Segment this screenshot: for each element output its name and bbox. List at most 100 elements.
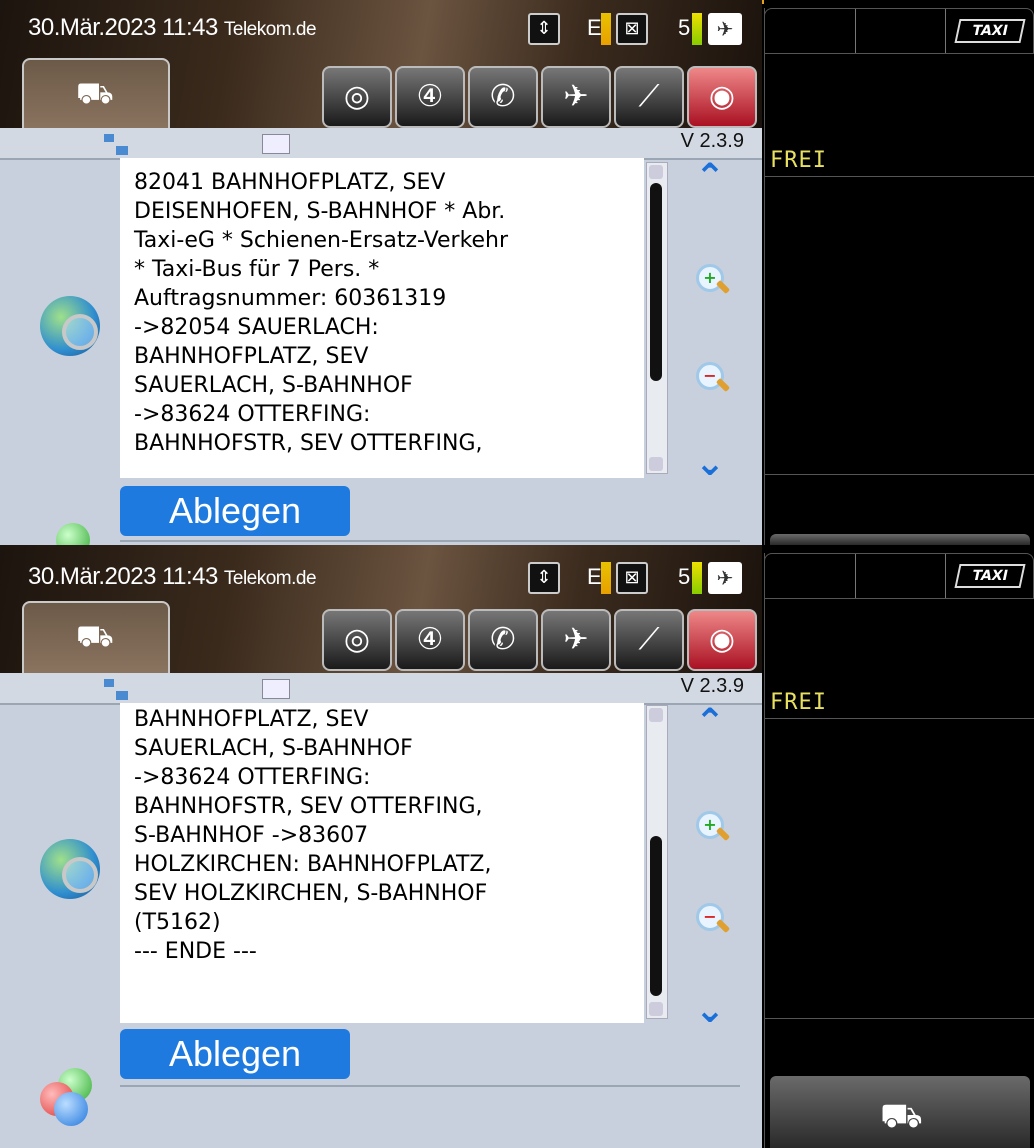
tab-taxi[interactable]: ⛟	[22, 58, 170, 132]
compass-icon: ⇕	[528, 13, 560, 45]
status-frei: FREI	[770, 148, 827, 173]
satellite-icon: ✈	[563, 622, 589, 657]
screen-top: 30.Mär.2023 11:43 Telekom.de ⇕ E ⊠ 5 ✈ ⛟ …	[0, 0, 1034, 545]
version-label: V 2.3.9	[680, 130, 744, 152]
phone-icon: ✆	[490, 79, 516, 114]
apps-icon[interactable]	[38, 1068, 102, 1128]
globe-search-icon[interactable]	[40, 839, 100, 899]
settings-button[interactable]: ⟋	[614, 66, 684, 128]
zoom-in-button[interactable]: +	[694, 809, 734, 849]
carrier: Telekom.de	[223, 568, 317, 589]
taxi-sign-icon: TAXI	[954, 564, 1026, 588]
network-type: E	[587, 564, 602, 589]
screen-bottom: 30.Mär.2023 11:43 Telekom.de ⇕ E ⊠ 5 ✈ ⛟ …	[0, 545, 1034, 1148]
divider	[120, 1085, 740, 1087]
zoom-out-button[interactable]: −	[694, 901, 734, 941]
datetime: 30.Mär.2023 11:43	[28, 14, 218, 41]
page-up-button[interactable]: ⌃	[690, 703, 730, 743]
driver-icon: ◉	[708, 622, 736, 657]
clock-icon: ◎	[343, 622, 371, 657]
compass-icon: ⇕	[528, 562, 560, 594]
page-down-button[interactable]: ⌄	[690, 444, 730, 484]
driver-icon: ◉	[708, 79, 736, 114]
ablegen-button[interactable]: Ablegen	[120, 486, 350, 536]
zoom-out-button[interactable]: −	[694, 360, 734, 400]
message-box: BAHNHOFPLATZ, SEV SAUERLACH, S-BAHNHOF -…	[120, 703, 644, 1023]
globe-search-icon[interactable]	[40, 296, 100, 356]
header-bar: 30.Mär.2023 11:43 Telekom.de ⇕ E ⊠ 5 ✈ ⛟ …	[0, 0, 762, 132]
message-scrollbar[interactable]	[646, 162, 668, 474]
satellite-button[interactable]: ✈	[541, 66, 611, 128]
clock-icon: ◎	[343, 79, 371, 114]
signal-bars-icon	[601, 13, 611, 45]
radio-icon: ④	[416, 79, 444, 114]
version-label: V 2.3.9	[680, 675, 744, 697]
taximeter-pane: TAXI FREI ⛟	[764, 545, 1034, 1148]
settings-button[interactable]: ⟋	[614, 609, 684, 671]
status-frei: FREI	[770, 690, 827, 715]
pane-border	[764, 8, 765, 545]
message-icon	[262, 679, 290, 699]
scroll-down-arrow-icon[interactable]	[649, 457, 663, 471]
pane-border	[764, 553, 765, 1148]
radio-button[interactable]: ④	[395, 609, 465, 671]
screwdriver-icon: ⟋	[638, 79, 660, 114]
taxi-action-button[interactable]: ⛟	[770, 1076, 1030, 1148]
satellite-button[interactable]: ✈	[541, 609, 611, 671]
gps-icon: ✈	[708, 13, 742, 45]
taxi-action-button[interactable]	[770, 534, 1030, 545]
page-down-button[interactable]: ⌄	[690, 991, 730, 1031]
radio-button[interactable]: ④	[395, 66, 465, 128]
page-up-button[interactable]: ⌃	[690, 158, 730, 198]
taxi-car-icon: ⛟	[76, 619, 114, 654]
driver-button[interactable]: ◉	[687, 66, 757, 128]
gps-bars-icon	[692, 562, 702, 594]
left-pane: 30.Mär.2023 11:43 Telekom.de ⇕ E ⊠ 5 ✈ ⛟ …	[0, 545, 762, 1148]
driver-button[interactable]: ◉	[687, 609, 757, 671]
status-bar: 30.Mär.2023 11:43 Telekom.de	[28, 14, 317, 42]
scroll-down-arrow-icon[interactable]	[649, 1002, 663, 1016]
gps-bars-icon	[692, 13, 702, 45]
message-text: BAHNHOFPLATZ, SEV SAUERLACH, S-BAHNHOF -…	[134, 707, 492, 964]
info-bar: V 2.3.9	[0, 673, 762, 705]
antenna-icon: ⊠	[616, 562, 648, 594]
message-box: 82041 BAHNHOFPLATZ, SEV DEISENHOFEN, S-B…	[120, 158, 644, 478]
taxi-car-icon: ⛟	[880, 1096, 923, 1136]
message-scrollbar[interactable]	[646, 705, 668, 1019]
ablegen-button[interactable]: Ablegen	[120, 1029, 350, 1079]
scroll-thumb[interactable]	[650, 836, 662, 996]
radio-icon: ④	[416, 622, 444, 657]
clock-button[interactable]: ◎	[322, 66, 392, 128]
phone-icon: ✆	[490, 622, 516, 657]
tab-taxi[interactable]: ⛟	[22, 601, 170, 675]
info-bar: V 2.3.9	[0, 128, 762, 160]
phone-button[interactable]: ✆	[468, 66, 538, 128]
satellite-icon: ✈	[563, 79, 589, 114]
apps-icon[interactable]	[38, 523, 102, 545]
content-area: V 2.3.9 BAHNHOFPLATZ, SEV SAUERLACH, S-B…	[0, 673, 762, 1148]
taximeter-header: TAXI	[764, 553, 1034, 599]
carrier: Telekom.de	[223, 19, 317, 40]
scroll-thumb[interactable]	[650, 183, 662, 381]
scroll-up-arrow-icon[interactable]	[649, 165, 663, 179]
taxi-car-icon: ⛟	[76, 76, 114, 111]
network-icon	[104, 679, 130, 701]
status-bar: 30.Mär.2023 11:43 Telekom.de	[28, 563, 317, 591]
scroll-up-arrow-icon[interactable]	[649, 708, 663, 722]
signal-bars-icon	[601, 562, 611, 594]
network-icon	[104, 134, 130, 156]
zoom-in-button[interactable]: +	[694, 262, 734, 302]
clock-button[interactable]: ◎	[322, 609, 392, 671]
datetime: 30.Mär.2023 11:43	[28, 563, 218, 590]
phone-button[interactable]: ✆	[468, 609, 538, 671]
left-pane: 30.Mär.2023 11:43 Telekom.de ⇕ E ⊠ 5 ✈ ⛟ …	[0, 0, 762, 545]
taximeter-header: TAXI	[764, 8, 1034, 54]
content-area: V 2.3.9 82041 BAHNHOFPLATZ, SEV DEISENHO…	[0, 128, 762, 545]
taximeter-pane: TAXI FREI	[764, 0, 1034, 545]
network-type: E	[587, 15, 602, 40]
screwdriver-icon: ⟋	[638, 622, 660, 657]
message-text: 82041 BAHNHOFPLATZ, SEV DEISENHOFEN, S-B…	[134, 170, 509, 456]
divider	[120, 540, 740, 542]
gps-icon: ✈	[708, 562, 742, 594]
antenna-icon: ⊠	[616, 13, 648, 45]
